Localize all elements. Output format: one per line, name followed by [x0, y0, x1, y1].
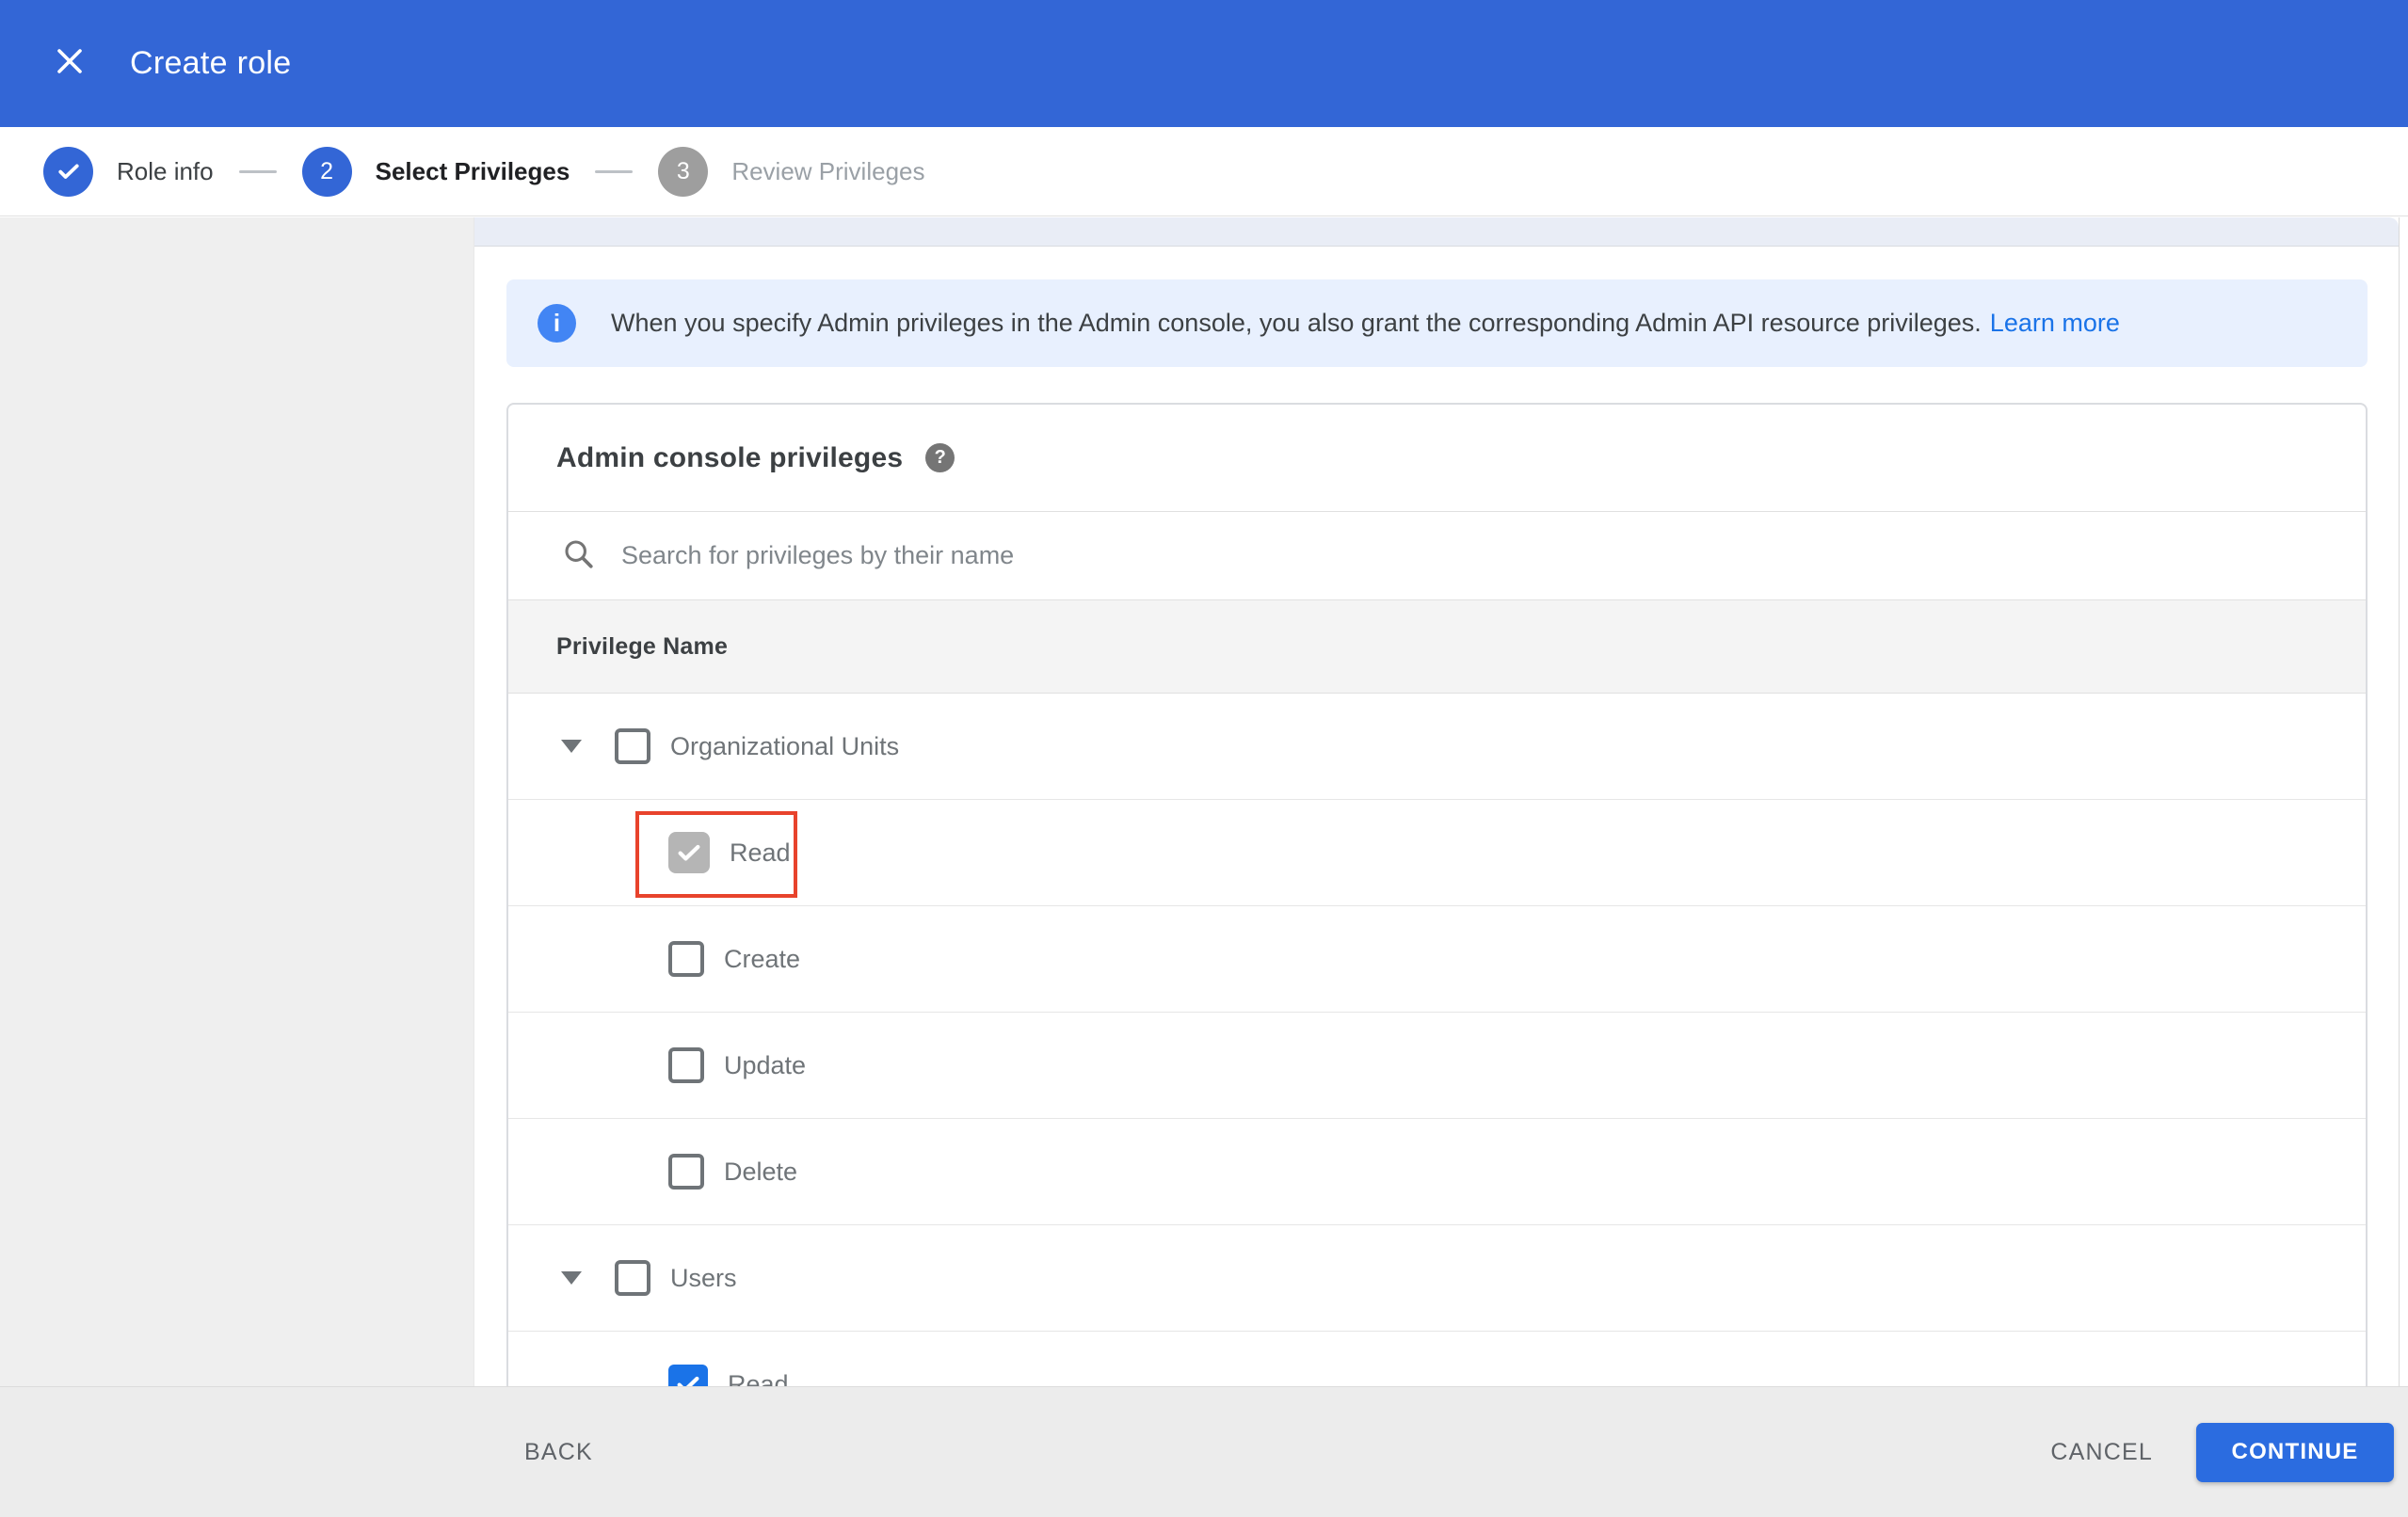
search-icon [561, 536, 596, 576]
privilege-row: Delete [508, 1119, 2366, 1225]
privilege-row: Update [508, 1013, 2366, 1119]
back-button[interactable]: BACK [524, 1439, 593, 1466]
footer-right-actions: CANCEL CONTINUE [2050, 1422, 2408, 1482]
privileges-search-row [508, 512, 2366, 600]
card-header: Admin console privileges [508, 405, 2366, 512]
privileges-table-header: Privilege Name [508, 600, 2366, 694]
privilege-label: Users [670, 1263, 737, 1292]
privilege-label: Organizational Units [670, 731, 900, 760]
privilege-row: Create [508, 906, 2366, 1013]
dialog-body: When you specify Admin privileges in the… [0, 217, 2408, 1387]
step-complete-check-icon [43, 146, 93, 197]
app-bar: Create role [0, 0, 2408, 127]
close-button[interactable] [49, 43, 90, 85]
privilege-row: Organizational Units [508, 694, 2366, 800]
checkbox-unchecked[interactable] [668, 1047, 704, 1083]
dialog-footer: BACK CANCEL CONTINUE [0, 1387, 2408, 1517]
checkbox-unchecked[interactable] [615, 1260, 650, 1296]
learn-more-link[interactable]: Learn more [1990, 309, 2120, 337]
privilege-rows: Organizational Units Read Create Update Dele… [508, 694, 2366, 1387]
step-role-info[interactable]: Role info [43, 146, 214, 197]
info-icon [538, 304, 576, 343]
info-banner-text: When you specify Admin privileges in the… [611, 309, 2120, 338]
info-banner: When you specify Admin privileges in the… [506, 279, 2368, 367]
privilege-row: Read [508, 1332, 2366, 1387]
step-label: Role info [117, 156, 214, 185]
privilege-row: Read [508, 800, 2366, 906]
scrolled-content-strip [474, 217, 2399, 247]
left-empty-panel [0, 217, 474, 1387]
checkbox-checked[interactable] [668, 1365, 708, 1387]
stepper: Role info 2 Select Privileges 3 Review P… [0, 127, 2408, 216]
checkbox-unchecked[interactable] [615, 728, 650, 764]
privileges-search-input[interactable] [621, 541, 1939, 570]
step-number-badge: 2 [301, 146, 352, 197]
step-review-privileges[interactable]: 3 Review Privileges [658, 146, 925, 197]
step-connector [238, 169, 277, 173]
step-label: Select Privileges [375, 156, 570, 185]
privilege-row: Users [508, 1225, 2366, 1332]
cancel-button[interactable]: CANCEL [2050, 1439, 2153, 1466]
card-title: Admin console privileges [556, 441, 904, 473]
scrollbar-track[interactable] [2399, 217, 2408, 1387]
privilege-name-column-header: Privilege Name [556, 632, 729, 660]
continue-button[interactable]: CONTINUE [2196, 1422, 2394, 1482]
expand-arrow-icon[interactable] [561, 740, 582, 753]
privilege-label: Read [728, 1369, 789, 1388]
privilege-label: Update [724, 1050, 807, 1079]
close-icon [54, 45, 86, 82]
checkbox-unchecked[interactable] [668, 941, 704, 977]
privilege-label: Create [724, 944, 801, 973]
step-select-privileges[interactable]: 2 Select Privileges [301, 146, 570, 197]
main-content-panel: When you specify Admin privileges in the… [474, 217, 2399, 1387]
step-number-badge: 3 [658, 146, 709, 197]
admin-console-privileges-card: Admin console privileges Privilege Name [506, 403, 2368, 1387]
create-role-dialog: Create role Role info 2 Select Privilege… [0, 0, 2408, 1517]
checkbox-unchecked[interactable] [668, 1154, 704, 1190]
privilege-label: Read [730, 838, 791, 867]
checkbox-checked[interactable] [668, 832, 710, 873]
info-banner-message: When you specify Admin privileges in the… [611, 309, 1982, 337]
help-icon[interactable] [925, 443, 955, 472]
privilege-label: Delete [724, 1157, 798, 1186]
expand-arrow-icon[interactable] [561, 1271, 582, 1285]
step-connector [595, 169, 634, 173]
step-label: Review Privileges [731, 156, 925, 185]
dialog-title: Create role [130, 45, 292, 81]
